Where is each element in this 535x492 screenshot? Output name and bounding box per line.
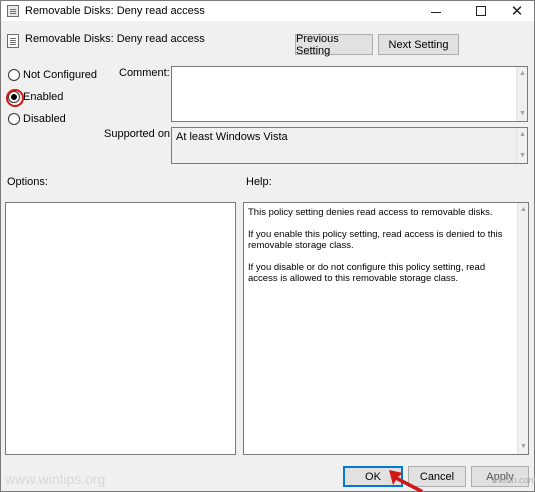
radio-button[interactable]: [8, 69, 20, 81]
pointer-arrow-icon: [389, 470, 423, 492]
scroll-up-icon[interactable]: ▲: [518, 69, 527, 79]
help-panel: This policy setting denies read access t…: [243, 202, 529, 455]
supported-on-label: Supported on:: [104, 128, 174, 140]
minimize-icon: [431, 11, 441, 13]
radio-label: Not Configured: [23, 69, 97, 81]
policy-document-icon: [7, 5, 19, 17]
radio-not-configured[interactable]: Not Configured: [8, 69, 97, 81]
help-text: This policy setting denies read access t…: [248, 207, 516, 295]
radio-label: Disabled: [23, 113, 66, 125]
scroll-up-icon[interactable]: ▲: [518, 130, 527, 140]
radio-enabled[interactable]: Enabled: [6, 89, 64, 107]
comment-label: Comment:: [119, 67, 170, 79]
maximize-icon: [476, 6, 486, 16]
policy-setting-icon: [7, 34, 19, 48]
help-paragraph: This policy setting denies read access t…: [248, 207, 493, 218]
scroll-up-icon[interactable]: ▲: [519, 205, 528, 215]
window-title: Removable Disks: Deny read access: [25, 5, 205, 17]
help-paragraph: If you enable this policy setting, read …: [248, 229, 503, 251]
supported-scrollbar[interactable]: ▲ ▼: [516, 128, 527, 163]
supported-on-field: At least Windows Vista ▲ ▼: [171, 127, 528, 164]
previous-setting-button[interactable]: Previous Setting: [295, 33, 373, 57]
help-label: Help:: [246, 176, 272, 188]
radio-disabled[interactable]: Disabled: [8, 113, 66, 125]
radio-button[interactable]: [6, 89, 24, 107]
scroll-down-icon[interactable]: ▼: [518, 151, 527, 161]
policy-dialog-window: Removable Disks: Deny read access ✕ Remo…: [0, 0, 535, 492]
title-bar[interactable]: Removable Disks: Deny read access ✕: [1, 1, 534, 21]
supported-on-value: At least Windows Vista: [176, 131, 288, 143]
minimize-button[interactable]: [419, 1, 453, 21]
help-scrollbar[interactable]: ▲ ▼: [517, 203, 528, 454]
comment-textbox[interactable]: ▲ ▼: [171, 66, 528, 122]
close-button[interactable]: ✕: [500, 1, 534, 21]
help-paragraph: If you disable or do not configure this …: [248, 262, 486, 284]
options-panel: [5, 202, 236, 455]
highlight-circle: [6, 89, 24, 107]
comment-scrollbar[interactable]: ▲ ▼: [516, 67, 527, 121]
setting-title: Removable Disks: Deny read access: [25, 33, 205, 45]
next-setting-button[interactable]: Next Setting: [378, 34, 459, 55]
watermark-right: wsxdn.com: [491, 475, 535, 485]
radio-button[interactable]: [8, 113, 20, 125]
scroll-down-icon[interactable]: ▼: [519, 442, 528, 452]
options-label: Options:: [7, 176, 48, 188]
scroll-down-icon[interactable]: ▼: [518, 109, 527, 119]
radio-label: Enabled: [23, 91, 64, 103]
watermark-left: www.wintips.org: [5, 471, 106, 487]
maximize-button[interactable]: [464, 1, 498, 21]
close-icon: ✕: [510, 3, 524, 20]
